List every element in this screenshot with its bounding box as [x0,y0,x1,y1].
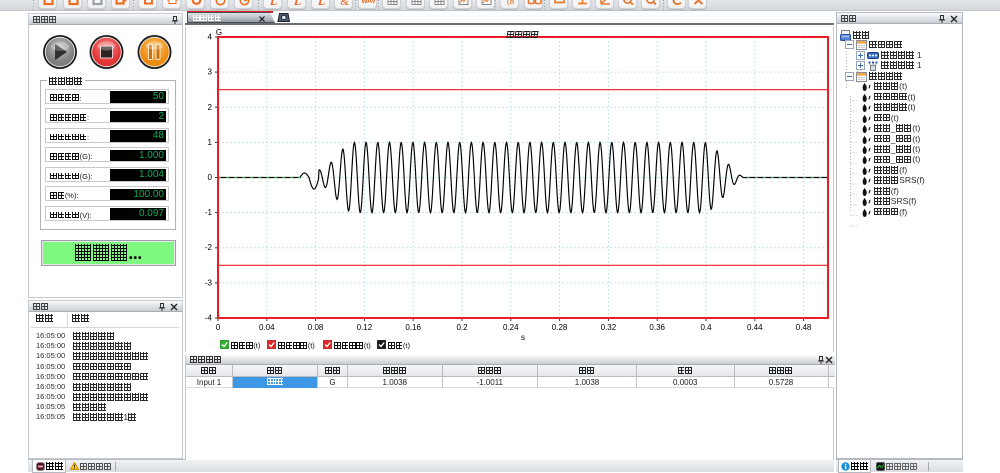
svg-text:0.24: 0.24 [503,323,519,332]
svg-text:0.16: 0.16 [405,323,421,332]
svg-text:0.08: 0.08 [308,323,324,332]
svg-text:s: s [521,333,525,342]
svg-text:3: 3 [208,68,213,77]
svg-text:2: 2 [208,103,213,112]
svg-text:0: 0 [208,173,213,182]
svg-text:(8: (8 [507,0,515,6]
svg-text:-3: -3 [205,278,213,287]
svg-text:-2: -2 [205,243,213,252]
svg-text:L: L [268,0,276,8]
svg-text:4: 4 [208,33,213,42]
svg-text:1: 1 [208,138,213,147]
svg-text:0: 0 [216,323,221,332]
svg-text:0.36: 0.36 [649,323,665,332]
svg-text:0.32: 0.32 [601,323,617,332]
svg-text:0.44: 0.44 [747,323,763,332]
svg-text:0.12: 0.12 [357,323,373,332]
svg-text:-1: -1 [205,208,213,217]
svg-text:L: L [317,0,325,8]
svg-text:0.2: 0.2 [456,323,468,332]
svg-text:L: L [293,0,301,8]
svg-text:0.4: 0.4 [700,323,712,332]
svg-text:WAV: WAV [361,0,376,5]
svg-text:0.04: 0.04 [259,323,275,332]
svg-text:&: & [340,0,349,8]
svg-text:-4: -4 [205,314,213,323]
svg-text:0.28: 0.28 [552,323,568,332]
svg-text:0.48: 0.48 [796,323,812,332]
